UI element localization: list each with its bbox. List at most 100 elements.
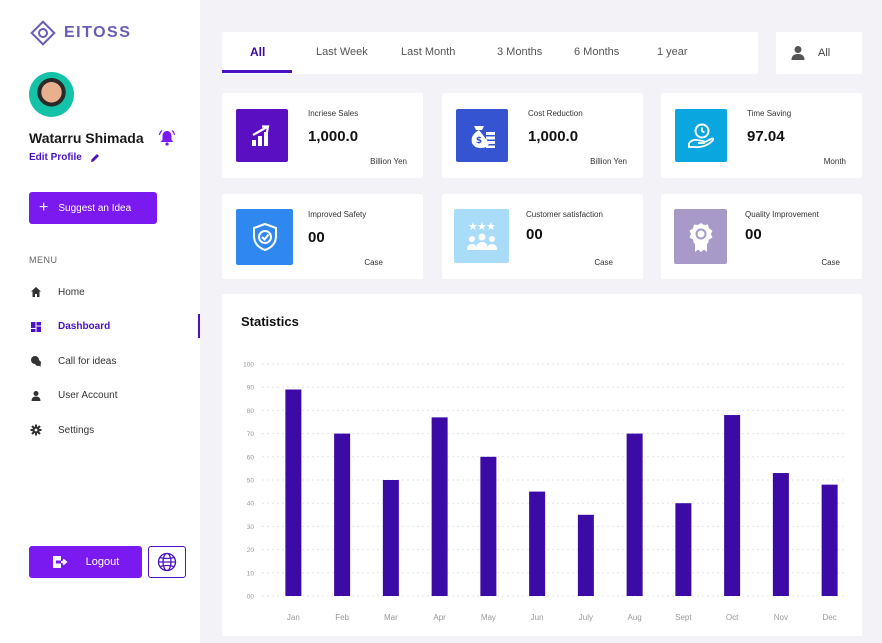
sidebar: EITOSS Watarru Shimada Edit Profile + Su… bbox=[0, 0, 200, 643]
logo-icon bbox=[30, 20, 56, 46]
sidebar-nav: Home Dashboard Call for ideas User Accou… bbox=[29, 275, 200, 448]
card-label: Cost Reduction bbox=[528, 109, 583, 118]
app-logo[interactable]: EITOSS bbox=[30, 20, 131, 46]
menu-heading: MENU bbox=[29, 255, 58, 265]
bar-nov[interactable] bbox=[772, 473, 789, 596]
stat-card-cost-reduction[interactable]: $ Cost Reduction 1,000.0 Billion Yen bbox=[442, 93, 643, 178]
stat-card-time-saving[interactable]: Time Saving 97.04 Month bbox=[661, 93, 862, 178]
bar-feb[interactable] bbox=[334, 433, 351, 596]
x-tick-label: Feb bbox=[335, 613, 349, 622]
card-unit: Case bbox=[364, 258, 383, 267]
x-tick-label: Dec bbox=[823, 613, 837, 622]
bar-jun[interactable] bbox=[529, 491, 546, 596]
y-tick-label: 20 bbox=[247, 547, 255, 554]
bar-oct[interactable] bbox=[724, 415, 741, 596]
bell-icon[interactable] bbox=[158, 129, 176, 147]
user-name: Watarru Shimada bbox=[29, 130, 144, 146]
award-icon bbox=[674, 209, 727, 264]
shield-check-icon bbox=[236, 209, 293, 265]
bar-jan[interactable] bbox=[285, 389, 302, 596]
card-value: 1,000.0 bbox=[528, 128, 579, 145]
card-value: 1,000.0 bbox=[308, 128, 359, 145]
x-tick-label: Nov bbox=[774, 613, 788, 622]
card-unit: Billion Yen bbox=[590, 157, 627, 166]
y-tick-label: 10 bbox=[247, 570, 255, 577]
chat-icon bbox=[29, 354, 43, 368]
card-unit: Month bbox=[823, 157, 846, 166]
y-tick-label: 60 bbox=[247, 454, 255, 461]
user-icon bbox=[29, 389, 43, 403]
sidebar-item-label: Home bbox=[58, 286, 85, 298]
sidebar-item-home[interactable]: Home bbox=[29, 275, 200, 310]
card-label: Quality Improvement bbox=[745, 210, 819, 219]
money-bag-icon: $ bbox=[456, 109, 508, 162]
bar-apr[interactable] bbox=[431, 417, 448, 596]
tab-1-year[interactable]: 1 year bbox=[657, 46, 688, 58]
edit-profile-link[interactable]: Edit Profile bbox=[29, 152, 100, 163]
x-tick-label: May bbox=[481, 613, 496, 622]
bar-may[interactable] bbox=[480, 456, 497, 596]
card-label: Time Saving bbox=[747, 109, 792, 118]
tab-3-months[interactable]: 3 Months bbox=[497, 46, 542, 58]
y-tick-label: 00 bbox=[247, 594, 255, 601]
bar-dec[interactable] bbox=[821, 484, 838, 596]
sidebar-item-label: User Account bbox=[58, 390, 118, 402]
svg-text:$: $ bbox=[476, 136, 482, 146]
dashboard-icon bbox=[29, 320, 43, 334]
card-unit: Case bbox=[594, 258, 613, 267]
y-tick-label: 40 bbox=[247, 501, 255, 508]
logout-button[interactable]: Logout bbox=[29, 546, 142, 578]
rated-people-icon: ★ ★ ★ bbox=[454, 209, 509, 263]
sidebar-item-label: Call for ideas bbox=[58, 355, 117, 367]
home-icon bbox=[29, 285, 43, 299]
logout-icon bbox=[52, 556, 68, 568]
statistics-panel: Statistics 100 90 80 70 60 50 40 30 20 10 00 Jan Feb… bbox=[222, 294, 862, 636]
suggest-idea-button[interactable]: + Suggest an Idea bbox=[29, 192, 157, 224]
x-tick-label: Oct bbox=[726, 613, 739, 622]
x-tick-label: Aug bbox=[628, 613, 642, 622]
globe-icon bbox=[157, 552, 177, 572]
bar-sept[interactable] bbox=[675, 503, 692, 596]
card-label: Improved Safety bbox=[308, 210, 367, 219]
avatar[interactable] bbox=[29, 72, 74, 117]
y-tick-label: 50 bbox=[247, 478, 255, 485]
suggest-idea-label: Suggest an Idea bbox=[58, 202, 132, 214]
x-tick-label: Mar bbox=[384, 613, 398, 622]
stat-card-customer-satisfaction[interactable]: ★ ★ ★ Customer satisfaction 00 Case bbox=[442, 194, 643, 279]
y-tick-label: 80 bbox=[247, 408, 255, 415]
sidebar-item-dashboard[interactable]: Dashboard bbox=[29, 310, 200, 345]
card-label: Customer satisfaction bbox=[526, 210, 603, 219]
x-tick-label: July bbox=[579, 613, 593, 622]
stat-card-improved-safety[interactable]: Improved Safety 00 Case bbox=[222, 194, 423, 279]
sidebar-item-settings[interactable]: Settings bbox=[29, 413, 200, 448]
card-value: 00 bbox=[308, 229, 325, 246]
pencil-icon bbox=[90, 153, 99, 162]
edit-profile-label: Edit Profile bbox=[29, 152, 82, 163]
tab-last-month[interactable]: Last Month bbox=[401, 46, 455, 58]
x-tick-label: Sept bbox=[675, 613, 692, 622]
user-filter-value: All bbox=[818, 47, 831, 59]
x-tick-label: Jun bbox=[531, 613, 544, 622]
sidebar-item-label: Dashboard bbox=[58, 321, 111, 333]
y-tick-label: 100 bbox=[243, 362, 254, 369]
sidebar-item-user-account[interactable]: User Account bbox=[29, 379, 200, 414]
bar-aug[interactable] bbox=[626, 433, 643, 596]
bar-july[interactable] bbox=[577, 514, 594, 596]
card-value: 97.04 bbox=[747, 128, 785, 145]
active-tab-indicator bbox=[222, 70, 292, 73]
bar-mar[interactable] bbox=[382, 480, 399, 596]
user-filter-dropdown[interactable]: All bbox=[776, 32, 862, 74]
stat-card-sales[interactable]: Incriese Sales 1,000.0 Billion Yen bbox=[222, 93, 423, 178]
app-name: EITOSS bbox=[64, 24, 132, 41]
language-button[interactable] bbox=[148, 546, 186, 578]
stat-card-quality-improvement[interactable]: Quality Improvement 00 Case bbox=[661, 194, 862, 279]
sidebar-item-call-for-ideas[interactable]: Call for ideas bbox=[29, 344, 200, 379]
tab-6-months[interactable]: 6 Months bbox=[574, 46, 619, 58]
y-tick-label: 70 bbox=[247, 431, 255, 438]
tab-last-week[interactable]: Last Week bbox=[316, 46, 368, 58]
tab-all[interactable]: All bbox=[250, 45, 265, 59]
period-filter-tabs: All Last Week Last Month 3 Months 6 Mont… bbox=[222, 32, 758, 74]
time-hand-icon bbox=[675, 109, 727, 162]
plus-icon: + bbox=[39, 199, 49, 216]
y-tick-label: 90 bbox=[247, 385, 255, 392]
